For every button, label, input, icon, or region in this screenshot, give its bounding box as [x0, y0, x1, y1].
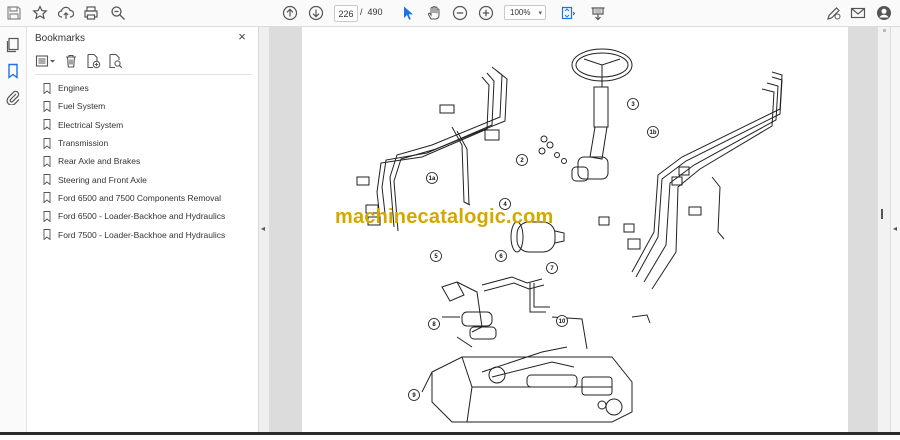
panel-splitter[interactable]: ◂	[258, 27, 269, 435]
bookmarks-panel: Bookmarks × Engines Fuel System Electric…	[27, 27, 258, 435]
bookmark-icon	[43, 192, 51, 204]
bookmark-icon	[43, 155, 51, 167]
vertical-scrollbar[interactable]	[878, 27, 890, 435]
bookmark-star-icon[interactable]	[30, 3, 50, 23]
bookmarks-icon[interactable]	[5, 63, 21, 79]
edit-pdf-icon[interactable]	[824, 3, 844, 23]
page-number-input[interactable]: 226	[334, 5, 358, 22]
panel-title: Bookmarks	[35, 33, 86, 44]
right-pane-toggle[interactable]: ◂	[890, 27, 900, 435]
top-toolbar: 226 / 490 100% ▾	[0, 0, 900, 27]
options-menu-icon[interactable]	[35, 53, 57, 69]
bookmark-label: Transmission	[58, 138, 109, 149]
page-count: / 490	[360, 7, 383, 17]
find-bookmark-icon[interactable]	[107, 53, 123, 69]
bookmark-item-rear-axle-brakes[interactable]: Rear Axle and Brakes	[27, 152, 258, 170]
email-icon[interactable]	[848, 3, 868, 23]
left-nav-rail	[0, 27, 27, 435]
bookmark-item-7500-loader-backhoe[interactable]: Ford 7500 - Loader-Backhoe and Hydraulic…	[27, 225, 258, 243]
close-icon[interactable]: ×	[235, 30, 249, 44]
bookmark-icon	[43, 119, 51, 131]
callout-label: 1a	[429, 176, 436, 182]
next-page-icon[interactable]	[306, 3, 326, 23]
bookmark-label: Ford 7500 - Loader-Backhoe and Hydraulic…	[58, 229, 226, 240]
chevron-down-icon: ▾	[538, 10, 542, 17]
bookmark-label: Ford 6500 - Loader-Backhoe and Hydraulic…	[58, 211, 226, 222]
bookmark-item-electrical-system[interactable]: Electrical System	[27, 116, 258, 134]
bookmark-icon	[43, 174, 51, 186]
total-pages: 490	[367, 7, 383, 17]
zoom-level-select[interactable]: 100% ▾	[504, 5, 546, 20]
bookmark-tools	[35, 53, 123, 69]
save-icon[interactable]	[4, 3, 24, 23]
scrollbar-thumb[interactable]	[883, 29, 886, 32]
bookmark-label: Ford 6500 and 7500 Components Removal	[58, 192, 222, 203]
panel-divider	[35, 74, 251, 75]
callout-label: 10	[559, 319, 566, 325]
zoom-in-icon[interactable]	[476, 3, 496, 23]
bookmark-icon	[43, 82, 51, 94]
document-viewer[interactable]: 3 2 1a 1b 4 5 6 7 8 10 9	[269, 27, 878, 435]
exploded-parts-diagram: 3 2 1a 1b 4 5 6 7 8 10 9	[356, 48, 783, 423]
bookmark-item-transmission[interactable]: Transmission	[27, 134, 258, 152]
previous-page-icon[interactable]	[280, 3, 300, 23]
bookmark-icon	[43, 100, 51, 112]
attachments-icon[interactable]	[5, 89, 21, 106]
expand-panel-icon[interactable]: ◂	[893, 224, 897, 233]
bookmark-label: Engines	[58, 83, 89, 94]
bookmark-item-components-removal[interactable]: Ford 6500 and 7500 Components Removal	[27, 189, 258, 207]
collapse-panel-icon[interactable]: ◂	[261, 224, 265, 233]
zoom-out-icon[interactable]	[450, 3, 470, 23]
search-icon[interactable]	[108, 3, 128, 23]
bookmark-label: Fuel System	[58, 101, 106, 112]
bookmark-icon	[43, 210, 51, 222]
print-icon[interactable]	[81, 3, 101, 23]
callout-label: 1b	[649, 130, 656, 136]
select-cursor-icon[interactable]	[398, 3, 418, 23]
page-separator: /	[360, 7, 363, 17]
bookmark-label: Rear Axle and Brakes	[58, 156, 141, 167]
bookmark-item-6500-loader-backhoe[interactable]: Ford 6500 - Loader-Backhoe and Hydraulic…	[27, 207, 258, 225]
cloud-upload-icon[interactable]	[56, 3, 76, 23]
add-bookmark-icon[interactable]	[85, 53, 101, 69]
watermark: machinecatalogic.com	[335, 206, 554, 228]
bookmark-icon	[43, 137, 51, 149]
bookmark-item-steering-front-axle[interactable]: Steering and Front Axle	[27, 170, 258, 188]
scroll-position-marker	[881, 209, 883, 219]
delete-bookmark-icon[interactable]	[63, 53, 79, 69]
bookmark-item-engines[interactable]: Engines	[27, 79, 258, 97]
current-page: 226	[338, 8, 354, 19]
fit-page-icon[interactable]	[558, 3, 578, 23]
read-mode-icon[interactable]	[588, 3, 608, 23]
bookmark-list: Engines Fuel System Electrical System Tr…	[27, 79, 258, 244]
pages-thumbnail-icon[interactable]	[5, 37, 21, 53]
zoom-level: 100%	[510, 8, 531, 17]
bookmark-item-fuel-system[interactable]: Fuel System	[27, 97, 258, 115]
hand-tool-icon[interactable]	[424, 3, 444, 23]
bookmark-icon	[43, 229, 51, 241]
bookmark-label: Steering and Front Axle	[58, 174, 147, 185]
pdf-page: 3 2 1a 1b 4 5 6 7 8 10 9	[302, 27, 848, 435]
bookmark-label: Electrical System	[58, 119, 124, 130]
account-icon[interactable]	[874, 3, 894, 23]
